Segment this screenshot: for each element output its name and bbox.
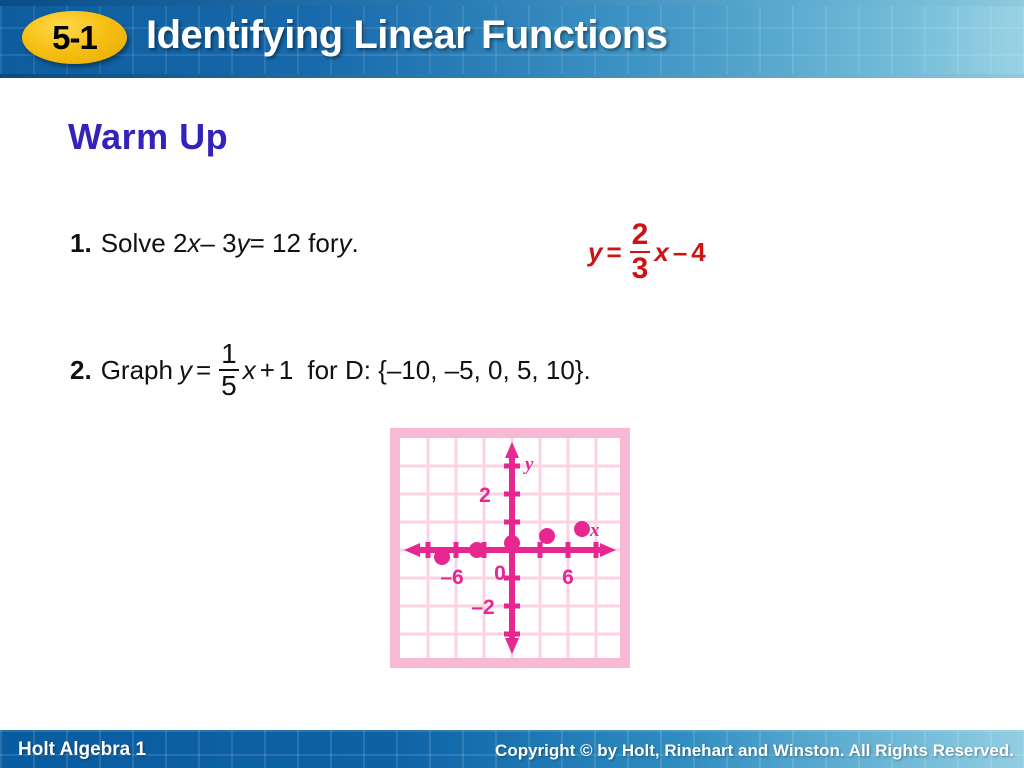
answer-fraction-denominator: 3 [631, 252, 649, 285]
lesson-number-label: 5-1 [52, 19, 98, 56]
slide-body: Warm Up 1. Solve 2 x – 3 y = 12 for y . … [0, 78, 1024, 728]
problem-2-fraction-denominator: 5 [221, 370, 237, 401]
slide-header: 5-1 Identifying Linear Functions [0, 0, 1024, 78]
page-title: Identifying Linear Functions [146, 13, 668, 57]
footer-copyright: Copyright © by Holt, Rinehart and Winsto… [495, 741, 1014, 760]
problem-1-answer: y = 2 3 x – 4 [588, 220, 706, 284]
problem-1-text-b: = 12 for [249, 228, 339, 258]
answer-fraction: 2 3 [629, 218, 651, 285]
data-point-1 [469, 542, 485, 558]
problem-1-text-c: . [351, 228, 359, 258]
problem-2-fraction: 1 5 [219, 340, 239, 400]
problem-2-fraction-numerator: 1 [221, 338, 237, 369]
answer-equals-sign: = [606, 236, 622, 267]
data-point-3 [539, 528, 555, 544]
x-tick-label-neg6: –6 [440, 566, 463, 589]
problem-2-text-a: Graph [100, 354, 173, 385]
problem-1-number: 1. [70, 228, 92, 258]
y-tick-label-neg2: –2 [471, 596, 494, 619]
problem-2-domain-text: for D: {–10, –5, 0, 5, 10}. [307, 354, 591, 385]
problem-2-operator: + [259, 354, 275, 385]
answer-constant: 4 [691, 236, 706, 267]
problem-2-fraction-variable: x [242, 354, 256, 385]
problem-2-equals-sign: = [195, 354, 212, 385]
header-top-strip [0, 0, 1024, 6]
problem-2-constant: 1 [278, 354, 294, 385]
footer-book-title: Holt Algebra 1 [18, 739, 147, 760]
y-axis-label: y [523, 454, 534, 475]
data-point-0 [434, 549, 450, 565]
answer-fraction-variable: x [654, 236, 669, 267]
origin-label: 0 [494, 562, 506, 585]
section-title: Warm Up [68, 116, 229, 157]
data-point-2 [504, 535, 520, 551]
data-point-4 [574, 521, 590, 537]
answer-lhs-var: y [588, 236, 603, 267]
problem-2-lhs-var: y [178, 354, 192, 385]
problem-2: 2. Graph y = 1 5 x + 1 for D: {–10, –5, … [70, 340, 591, 400]
problem-1: 1. Solve 2 x – 3 y = 12 for y . [70, 228, 359, 259]
coordinate-graph-svg: y x 2 –2 –6 6 0 [390, 428, 630, 668]
problem-2-equation: y = 1 5 x + 1 [179, 340, 293, 400]
lesson-number-badge: 5-1 [22, 11, 127, 64]
problem-1-var-y2: y [338, 228, 352, 258]
answer-fraction-numerator: 2 [631, 218, 649, 251]
answer-operator: – [672, 236, 688, 267]
problem-1-text-a: Solve 2 [100, 228, 188, 258]
x-axis-label: x [589, 520, 600, 541]
problem-1-var-x: x [187, 228, 201, 258]
problem-1-op: – 3 [200, 228, 237, 258]
slide-footer: Holt Algebra 1 Copyright © by Holt, Rine… [0, 730, 1024, 768]
coordinate-graph: y x 2 –2 –6 6 0 [390, 428, 630, 668]
problem-1-var-y: y [236, 228, 250, 258]
problem-2-number: 2. [70, 354, 92, 385]
y-tick-label-2: 2 [479, 484, 491, 507]
x-tick-label-6: 6 [562, 566, 574, 589]
